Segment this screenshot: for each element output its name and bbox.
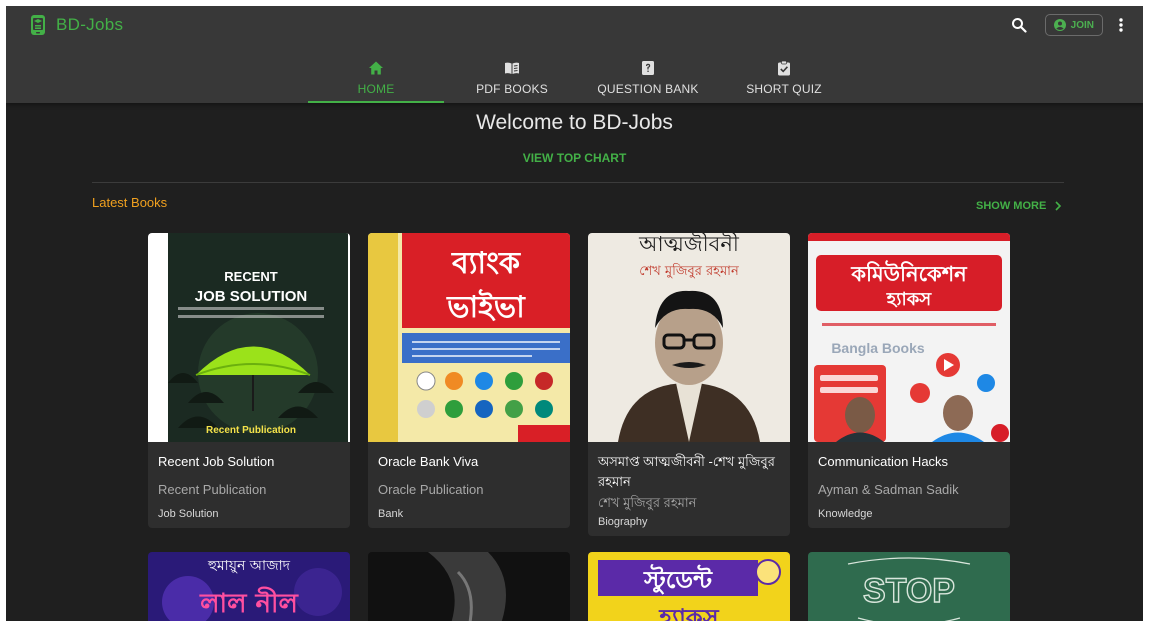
book-card-body: অসমাপ্ত আত্মজীবনী -শেখ মুজিবুর রহমান শেখ… xyxy=(588,442,790,536)
question-icon xyxy=(642,60,654,75)
tab-pdf-books[interactable]: PDF BOOKS xyxy=(444,52,580,103)
cover-text: আত্মজীবনী xyxy=(638,233,740,256)
book-card-oshomapto-attojiboni[interactable]: আত্মজীবনী শেখ মুজিবুর রহমান অসমাপ্ত আত্ম… xyxy=(588,233,790,536)
nav-tabs: HOME PDF BOOKS QUESTION BANK SHORT QUIZ xyxy=(308,52,852,103)
book-author: Recent Publication xyxy=(158,482,267,497)
book-author: Ayman & Sadman Sadik xyxy=(818,482,959,497)
book-category: Knowledge xyxy=(818,508,873,520)
view-top-chart-button[interactable]: VIEW TOP CHART xyxy=(6,151,1143,165)
book-card-never-stop-learning[interactable]: STOP xyxy=(808,552,1010,621)
clipboard-check-icon xyxy=(778,60,790,75)
book-cover: স্টুডেন্ট হ্যাকস xyxy=(588,552,790,621)
book-card-oracle-bank-viva[interactable]: ব্যাংক ভাইভা Oracle Bank Viva Oracle Pub… xyxy=(368,233,570,528)
welcome-heading: Welcome to BD-Jobs xyxy=(476,111,673,134)
more-vert-icon[interactable] xyxy=(1113,14,1129,36)
chevron-right-icon xyxy=(1055,201,1062,211)
show-more-button[interactable]: SHOW MORE xyxy=(976,200,1062,212)
tab-home-label: HOME xyxy=(357,81,395,96)
tab-home[interactable]: HOME xyxy=(308,52,444,103)
book-card-recent-job-solution[interactable]: RECENT JOB SOLUTION Recent Publication R… xyxy=(148,233,350,528)
book-card-body: Recent Job Solution Recent Publication J… xyxy=(148,442,350,528)
book-cover: ব্যাংক ভাইভা xyxy=(368,233,570,442)
book-card-body: Oracle Bank Viva Oracle Publication Bank xyxy=(368,442,570,528)
book-card-lal-nil[interactable]: হুমায়ুন আজাদ লাল নীল xyxy=(148,552,350,621)
book-cover: আত্মজীবনী শেখ মুজিবুর রহমান xyxy=(588,233,790,442)
cover-text: কমিউনিকেশন xyxy=(850,260,968,286)
book-cover: হুমায়ুন আজাদ লাল নীল xyxy=(148,552,350,621)
book-cover: RECENT JOB SOLUTION Recent Publication xyxy=(148,233,350,442)
app-window: BD-Jobs JOIN HOME PDF BOOKS QUESTION BAN… xyxy=(6,6,1143,621)
book-card-dark[interactable] xyxy=(368,552,570,621)
tab-pdf-books-label: PDF BOOKS xyxy=(476,81,548,96)
cover-text: JOB SOLUTION xyxy=(195,288,308,305)
cover-text: STOP xyxy=(863,572,955,610)
book-title: Oracle Bank Viva xyxy=(378,454,479,469)
home-icon xyxy=(369,61,383,74)
app-bar: BD-Jobs JOIN HOME PDF BOOKS QUESTION BAN… xyxy=(6,6,1143,103)
tab-question-bank[interactable]: QUESTION BANK xyxy=(580,52,716,103)
book-icon xyxy=(505,62,519,74)
join-button[interactable]: JOIN xyxy=(1044,14,1103,36)
cover-text: লাল নীল xyxy=(199,586,299,619)
cover-text: হ্যাকস xyxy=(886,289,932,310)
cover-text: হুমায়ুন আজাদ xyxy=(207,558,291,574)
book-cover: STOP xyxy=(808,552,1010,621)
app-logo-icon xyxy=(31,15,45,35)
account-circle-icon xyxy=(1053,19,1066,31)
book-category: Bank xyxy=(378,508,404,520)
divider xyxy=(92,182,1064,183)
book-title: Communication Hacks xyxy=(818,454,949,469)
brand-name: BD-Jobs xyxy=(56,15,124,34)
show-more-label: SHOW MORE xyxy=(976,200,1047,212)
cover-text: হ্যাকস xyxy=(658,604,719,621)
book-author: Oracle Publication xyxy=(378,482,484,497)
cover-text: ভাইভা xyxy=(446,289,526,325)
cover-text: শেখ মুজিবুর রহমান xyxy=(639,263,739,279)
book-title: Recent Job Solution xyxy=(158,454,275,469)
cover-text: ব্যাংক xyxy=(451,246,521,281)
cover-text: Recent Publication xyxy=(206,425,296,436)
header-actions: JOIN xyxy=(1008,14,1129,36)
brand[interactable]: BD-Jobs xyxy=(30,14,123,36)
tab-short-quiz[interactable]: SHORT QUIZ xyxy=(716,52,852,103)
cover-text: RECENT xyxy=(224,269,278,284)
section-title-latest-books: Latest Books xyxy=(92,195,168,210)
book-card-communication-hacks[interactable]: কমিউনিকেশন হ্যাকস Bangla Books Communica… xyxy=(808,233,1010,528)
join-label: JOIN xyxy=(1070,19,1094,31)
search-icon[interactable] xyxy=(1008,14,1030,36)
book-cover xyxy=(368,552,570,621)
cover-text: স্টুডেন্ট xyxy=(643,564,713,595)
book-card-student-hacks[interactable]: স্টুডেন্ট হ্যাকস xyxy=(588,552,790,621)
cover-text: Bangla Books xyxy=(831,340,925,356)
book-cover: কমিউনিকেশন হ্যাকস Bangla Books xyxy=(808,233,1010,442)
book-author: শেখ মুজিবুর রহমান xyxy=(598,495,697,510)
book-card-body: Communication Hacks Ayman & Sadman Sadik… xyxy=(808,442,1010,528)
book-category: Job Solution xyxy=(158,508,219,520)
book-title: অসমাপ্ত আত্মজীবনী -শেখ মুজিবুর রহমান xyxy=(598,454,775,489)
tab-question-bank-label: QUESTION BANK xyxy=(597,81,699,96)
tab-short-quiz-label: SHORT QUIZ xyxy=(746,81,822,96)
book-category: Biography xyxy=(598,516,648,528)
